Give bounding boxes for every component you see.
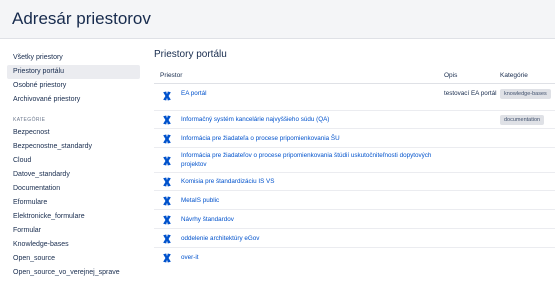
sidebar-item-all-spaces[interactable]: Všetky priestory [7,51,140,65]
space-link[interactable]: Komisia pre štandardizáciu IS VS [181,178,446,187]
confluence-space-icon[interactable] [162,115,172,125]
space-link[interactable]: oddelenie architektúry eGov [181,235,446,244]
table-row: Návrhy štandardov [154,210,555,229]
table-row: Informačný systém kancelárie najvyššieho… [154,111,555,129]
sidebar-item-personal-spaces[interactable]: Osobné priestory [7,79,140,93]
category-badge[interactable]: documentation [500,115,545,125]
category-item[interactable]: Datove_standardy [7,168,140,182]
space-description: testovací EA portál [444,90,497,97]
column-header-space[interactable]: Priestor [160,72,182,79]
table-row: over-it [154,248,555,267]
category-badge[interactable]: knowledge-bases [500,89,551,99]
category-item[interactable]: Cloud [7,154,140,168]
space-link[interactable]: Informácia pre žiadateľa o procese pripo… [181,135,446,144]
confluence-space-icon[interactable] [162,134,172,144]
page-header: Adresár priestorov [0,0,555,39]
sidebar-item-archived-spaces[interactable]: Archivované priestory [7,93,140,107]
category-item[interactable]: Formular [7,224,140,238]
category-item[interactable]: Bezpecnost [7,126,140,140]
confluence-space-icon[interactable] [162,215,172,225]
confluence-space-icon[interactable] [162,177,172,187]
category-item[interactable]: Bezpecnostne_standardy [7,140,140,154]
confluence-space-icon[interactable] [162,156,172,166]
category-item[interactable]: Documentation [7,182,140,196]
table-row: Informácia pre žiadateľov o procese prip… [154,148,555,173]
confluence-space-icon[interactable] [162,91,172,101]
page-title: Adresár priestorov [12,9,151,28]
space-link[interactable]: MetaIS public [181,197,446,206]
table-row: MetaIS public [154,191,555,210]
sidebar: Všetky priestory Priestory portálu Osobn… [0,39,146,281]
confluence-space-icon[interactable] [162,253,172,263]
table-row: EA portál testovací EA portál knowledge-… [154,85,555,111]
table-header: Priestor Opis Kategórie [154,69,555,84]
category-item[interactable]: Elektronicke_formulare [7,210,140,224]
space-link[interactable]: Návrhy štandardov [181,216,446,225]
categories-heading: KATEGÓRIE [13,117,46,123]
category-item[interactable]: Knowledge-bases [7,238,140,252]
main-content: Priestory portálu Priestor Opis Kategóri… [146,39,555,281]
confluence-space-icon[interactable] [162,234,172,244]
space-link[interactable]: Informácia pre žiadateľov o procese prip… [181,152,446,169]
column-header-description: Opis [444,72,458,79]
category-item[interactable]: Open_source_vo_verejnej_sprave [7,266,140,280]
space-link[interactable]: EA portál [181,90,446,99]
table-row: oddelenie architektúry eGov [154,229,555,248]
confluence-space-icon[interactable] [162,196,172,206]
table-row: Komisia pre štandardizáciu IS VS [154,173,555,191]
sidebar-item-portal-spaces[interactable]: Priestory portálu [7,65,140,79]
space-link[interactable]: Informačný systém kancelárie najvyššieho… [181,116,446,125]
space-link[interactable]: over-it [181,254,446,263]
column-header-categories: Kategórie [500,72,528,79]
category-item[interactable]: Open_source [7,252,140,266]
table-row: Informácia pre žiadateľa o procese pripo… [154,129,555,148]
category-item[interactable]: Eformulare [7,196,140,210]
section-title: Priestory portálu [154,49,227,60]
